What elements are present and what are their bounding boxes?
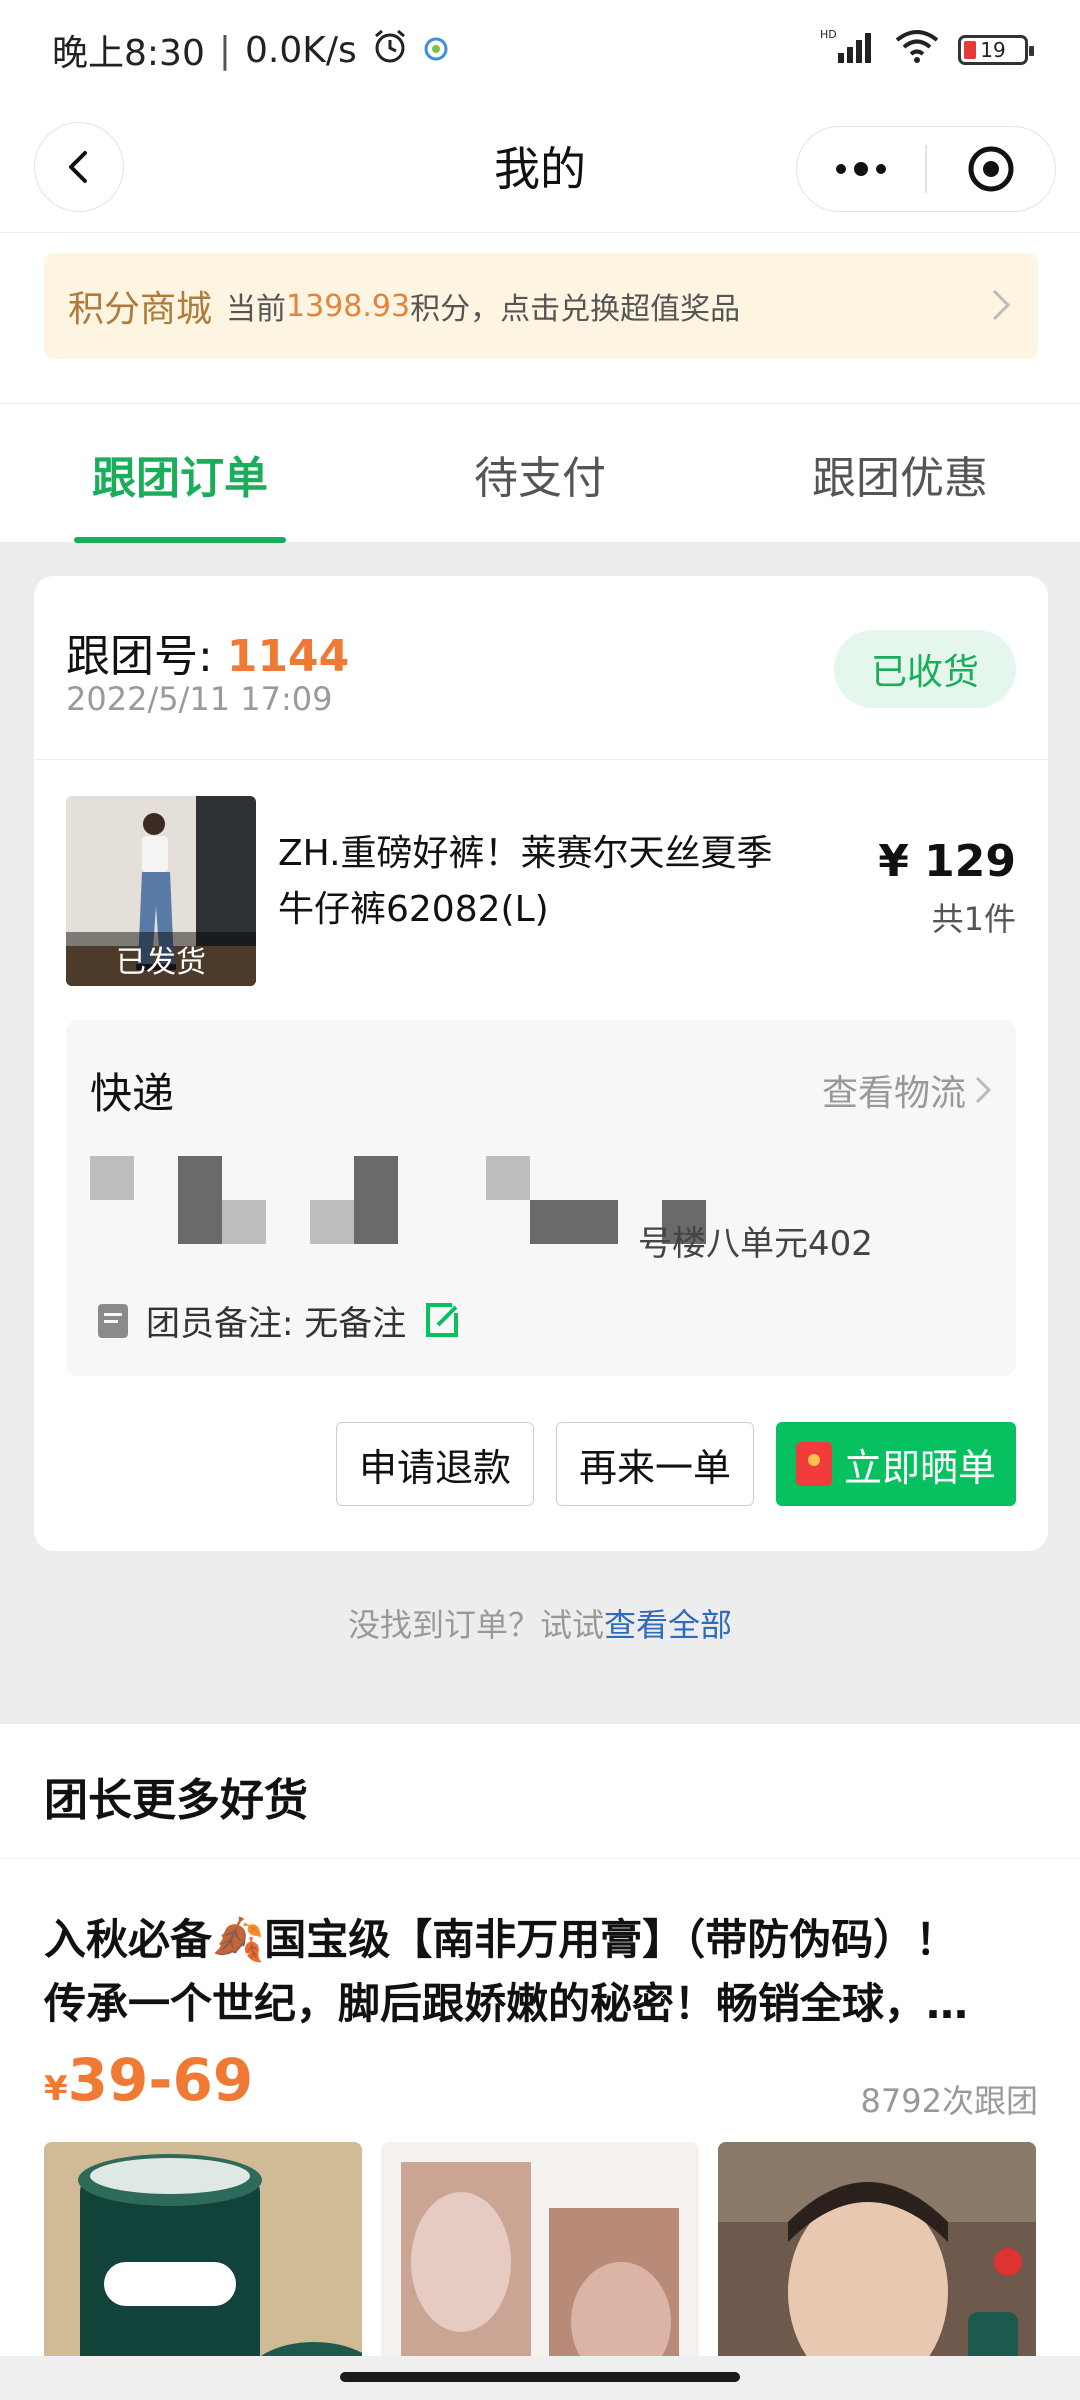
order-actions: 申请退款 再来一单 立即晒单: [335, 1422, 1016, 1506]
navigation-bar: 我的: [0, 100, 1080, 232]
clock-time: 晚上8:30: [52, 33, 205, 74]
signal-icon: HD: [820, 27, 876, 74]
status-badge: 已收货: [834, 630, 1016, 708]
target-circle-icon: [968, 146, 1014, 192]
alarm-icon: [371, 27, 409, 74]
battery-icon: 19: [958, 35, 1034, 65]
red-packet-icon: [795, 1442, 832, 1486]
product-quantity: 共1件: [931, 900, 1016, 938]
shipped-badge: 已发货: [66, 932, 256, 986]
network-speed: 0.0K/s: [244, 29, 357, 71]
tab-group-orders[interactable]: 跟团订单: [0, 404, 360, 543]
wifi-icon: [894, 28, 940, 73]
note-icon: [98, 1303, 128, 1338]
tab-pending-payment[interactable]: 待支付: [360, 404, 720, 543]
header-section: 积分商城 当前 1398.93 积分，点击兑换超值奖品 跟团订单 待支付 跟团优惠: [0, 232, 1080, 543]
group-number: 跟团号: 1144: [66, 631, 350, 682]
more-goods-section: 团长更多好货 入秋必备🍂国宝级【南非万用膏】（带防伪码）！ 传承一个世纪，脚后跟…: [0, 1724, 1080, 2400]
battery-level: 19: [980, 38, 1006, 62]
close-mini-program-button[interactable]: [927, 127, 1055, 211]
share-order-button[interactable]: 立即晒单: [775, 1422, 1016, 1506]
group-number-value: 1144: [226, 631, 350, 682]
product-price: ¥ 129: [878, 836, 1016, 887]
home-indicator[interactable]: [340, 2372, 740, 2382]
points-mall-title: 积分商城: [68, 289, 213, 330]
edit-icon[interactable]: [422, 1301, 462, 1341]
points-mall-banner[interactable]: 积分商城 当前 1398.93 积分，点击兑换超值奖品: [44, 253, 1038, 359]
vpn-icon: [423, 30, 449, 71]
group-buy-count: 8792次跟团: [860, 2082, 1038, 2120]
order-card[interactable]: 跟团号: 1144 2022/5/11 17:09 已收货 已发货 ZH.重磅好…: [34, 576, 1048, 1551]
order-header: 跟团号: 1144 2022/5/11 17:09 已收货: [34, 576, 1048, 760]
page-title: 我的: [494, 142, 586, 196]
more-button[interactable]: [797, 127, 925, 211]
back-button[interactable]: [34, 122, 124, 212]
product-name[interactable]: ZH.重磅好裤！莱赛尔天丝夏季牛仔裤62082(L): [278, 826, 808, 938]
gesture-bar: [0, 2356, 1080, 2400]
mini-program-capsule: [796, 126, 1056, 212]
order-not-found-hint: 没找到订单？试试查看全部: [347, 1606, 733, 1644]
view-logistics-link[interactable]: 查看物流: [822, 1064, 992, 1116]
order-tabs: 跟团订单 待支付 跟团优惠: [0, 403, 1080, 543]
chevron-right-icon: [975, 1076, 992, 1104]
more-dots-icon: [836, 162, 887, 176]
refund-button[interactable]: 申请退款: [335, 1422, 534, 1506]
product-thumbnail[interactable]: 已发货: [66, 796, 256, 986]
goods-price: ¥39-69: [44, 2046, 254, 2114]
status-bar: 晚上8:30 | 0.0K/s HD 19: [0, 0, 1080, 100]
chevron-right-icon: [992, 289, 1011, 321]
svg-text:HD: HD: [820, 28, 837, 41]
goods-title[interactable]: 入秋必备🍂国宝级【南非万用膏】（带防伪码）！ 传承一个世纪，脚后跟娇嫩的秘密！畅…: [44, 1908, 1024, 2036]
address-text: 号楼八单元402: [638, 1224, 873, 1264]
tab-group-discounts[interactable]: 跟团优惠: [720, 404, 1080, 543]
delivery-method: 快递: [90, 1069, 175, 1118]
delivery-info: 快递 查看物流 号楼八单元402 团员备注: 无备注: [66, 1020, 1016, 1376]
order-time: 2022/5/11 17:09: [66, 680, 333, 718]
view-all-link[interactable]: 查看全部: [604, 1606, 732, 1644]
member-remark: 团员备注: 无备注: [96, 1296, 462, 1345]
points-value: 1398.93: [286, 288, 411, 324]
section-title: 团长更多好货: [44, 1775, 308, 1826]
back-arrow-icon: [69, 151, 87, 183]
reorder-button[interactable]: 再来一单: [555, 1422, 754, 1506]
